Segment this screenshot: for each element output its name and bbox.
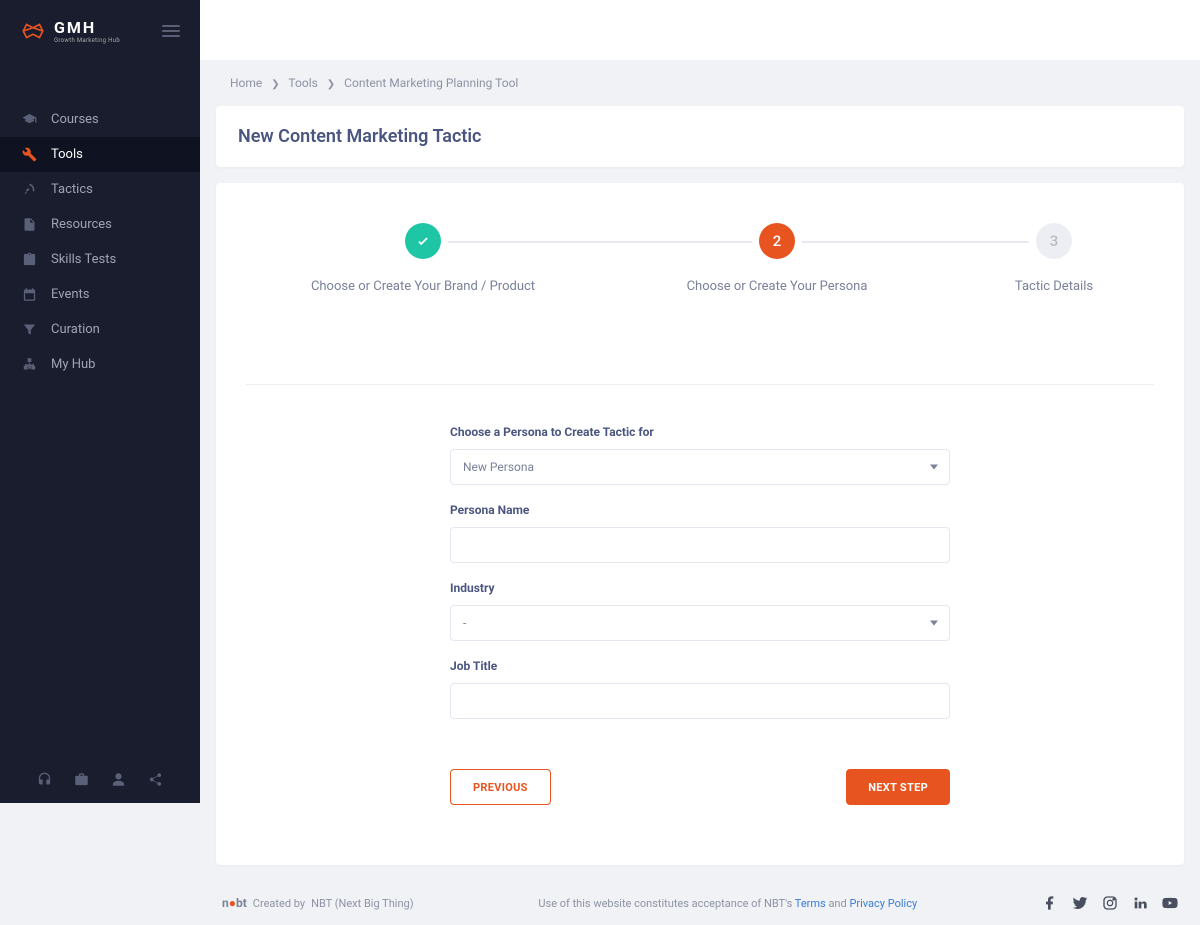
page-title-card: New Content Marketing Tactic	[216, 106, 1184, 167]
tools-icon	[22, 147, 37, 162]
sidebar-item-skills-tests[interactable]: Skills Tests	[0, 242, 200, 277]
sidebar-item-tactics[interactable]: Tactics	[0, 172, 200, 207]
briefcase-icon[interactable]	[74, 772, 89, 787]
wizard-card: Choose or Create Your Brand / Product 2 …	[216, 183, 1184, 865]
sidebar-nav: Courses Tools Tactics Resources Skills T…	[0, 62, 200, 756]
main-content: Home ❯ Tools ❯ Content Marketing Plannin…	[200, 0, 1200, 925]
job-title-label: Job Title	[450, 659, 950, 673]
step-active-circle: 2	[759, 223, 795, 259]
sidebar-header: GMH Growth Marketing Hub	[0, 0, 200, 62]
linkedin-icon[interactable]	[1132, 895, 1148, 911]
footer-legal-prefix: Use of this website constitutes acceptan…	[538, 897, 794, 910]
sidebar-item-label: Tools	[51, 147, 83, 162]
brand-tagline: Growth Marketing Hub	[54, 37, 120, 44]
job-title-input[interactable]	[450, 683, 950, 719]
sidebar-item-events[interactable]: Events	[0, 277, 200, 312]
sidebar-item-label: Courses	[51, 112, 99, 127]
step-pending-circle: 3	[1036, 223, 1072, 259]
step-done-circle	[405, 223, 441, 259]
sidebar: GMH Growth Marketing Hub Courses Tools T…	[0, 0, 200, 803]
terms-link[interactable]: Terms	[795, 897, 826, 910]
headphones-icon[interactable]	[37, 772, 52, 787]
footer-created-by: NBT (Next Big Thing)	[311, 897, 413, 910]
sidebar-item-courses[interactable]: Courses	[0, 102, 200, 137]
sidebar-item-my-hub[interactable]: My Hub	[0, 347, 200, 382]
twitter-icon[interactable]	[1072, 895, 1088, 911]
privacy-link[interactable]: Privacy Policy	[849, 897, 917, 910]
footer-legal: Use of this website constitutes acceptan…	[538, 897, 917, 910]
breadcrumb-current: Content Marketing Planning Tool	[344, 76, 518, 90]
clipboard-icon	[22, 252, 37, 267]
breadcrumb: Home ❯ Tools ❯ Content Marketing Plannin…	[200, 60, 1200, 106]
wizard-step-3: 3 Tactic Details	[954, 223, 1154, 294]
rocket-icon	[22, 182, 37, 197]
footer-credit: n●bt Created by NBT (Next Big Thing)	[222, 896, 414, 910]
previous-button[interactable]: PREVIOUS	[450, 769, 551, 805]
calendar-icon	[22, 287, 37, 302]
wizard-steps: Choose or Create Your Brand / Product 2 …	[246, 223, 1154, 294]
persona-name-input[interactable]	[450, 527, 950, 563]
next-step-button[interactable]: NEXT STEP	[846, 769, 950, 805]
persona-select[interactable]: New Persona	[450, 449, 950, 485]
chevron-right-icon: ❯	[271, 79, 279, 90]
chevron-right-icon: ❯	[327, 79, 335, 90]
persona-select-label: Choose a Persona to Create Tactic for	[450, 425, 950, 439]
check-icon	[416, 234, 430, 248]
breadcrumb-home[interactable]: Home	[230, 76, 262, 90]
step-label: Choose or Create Your Persona	[687, 279, 868, 294]
topbar	[200, 0, 1200, 60]
wizard-step-1: Choose or Create Your Brand / Product	[246, 223, 600, 294]
sidebar-item-label: My Hub	[51, 357, 95, 372]
page-footer: n●bt Created by NBT (Next Big Thing) Use…	[200, 881, 1200, 925]
logo-icon	[20, 21, 46, 41]
persona-form: Choose a Persona to Create Tactic for Ne…	[450, 425, 950, 805]
facebook-icon[interactable]	[1042, 895, 1058, 911]
user-icon[interactable]	[111, 772, 126, 787]
sitemap-icon	[22, 357, 37, 372]
sidebar-footer	[0, 756, 200, 803]
sidebar-item-resources[interactable]: Resources	[0, 207, 200, 242]
nbt-logo: n●bt	[222, 896, 247, 910]
sidebar-item-label: Resources	[51, 217, 112, 232]
youtube-icon[interactable]	[1162, 895, 1178, 911]
step-label: Choose or Create Your Brand / Product	[311, 279, 535, 294]
step-label: Tactic Details	[1015, 279, 1093, 294]
breadcrumb-tools[interactable]: Tools	[288, 76, 317, 90]
footer-created-prefix: Created by	[253, 897, 305, 910]
graduation-icon	[22, 112, 37, 127]
instagram-icon[interactable]	[1102, 895, 1118, 911]
brand-name: GMH	[54, 18, 120, 37]
sidebar-item-label: Tactics	[51, 182, 93, 197]
brand-logo[interactable]: GMH Growth Marketing Hub	[20, 18, 120, 44]
industry-select[interactable]: -	[450, 605, 950, 641]
share-icon[interactable]	[148, 772, 163, 787]
footer-and: and	[826, 897, 850, 910]
footer-social	[1042, 895, 1178, 911]
sidebar-item-tools[interactable]: Tools	[0, 137, 200, 172]
persona-name-label: Persona Name	[450, 503, 950, 517]
wizard-step-2: 2 Choose or Create Your Persona	[600, 223, 954, 294]
sidebar-item-label: Skills Tests	[51, 252, 116, 267]
menu-toggle-button[interactable]	[162, 25, 180, 37]
page-title: New Content Marketing Tactic	[216, 106, 1184, 167]
sidebar-item-label: Curation	[51, 322, 100, 337]
funnel-icon	[22, 322, 37, 337]
industry-label: Industry	[450, 581, 950, 595]
sidebar-item-curation[interactable]: Curation	[0, 312, 200, 347]
sidebar-item-label: Events	[51, 287, 89, 302]
file-icon	[22, 217, 37, 232]
